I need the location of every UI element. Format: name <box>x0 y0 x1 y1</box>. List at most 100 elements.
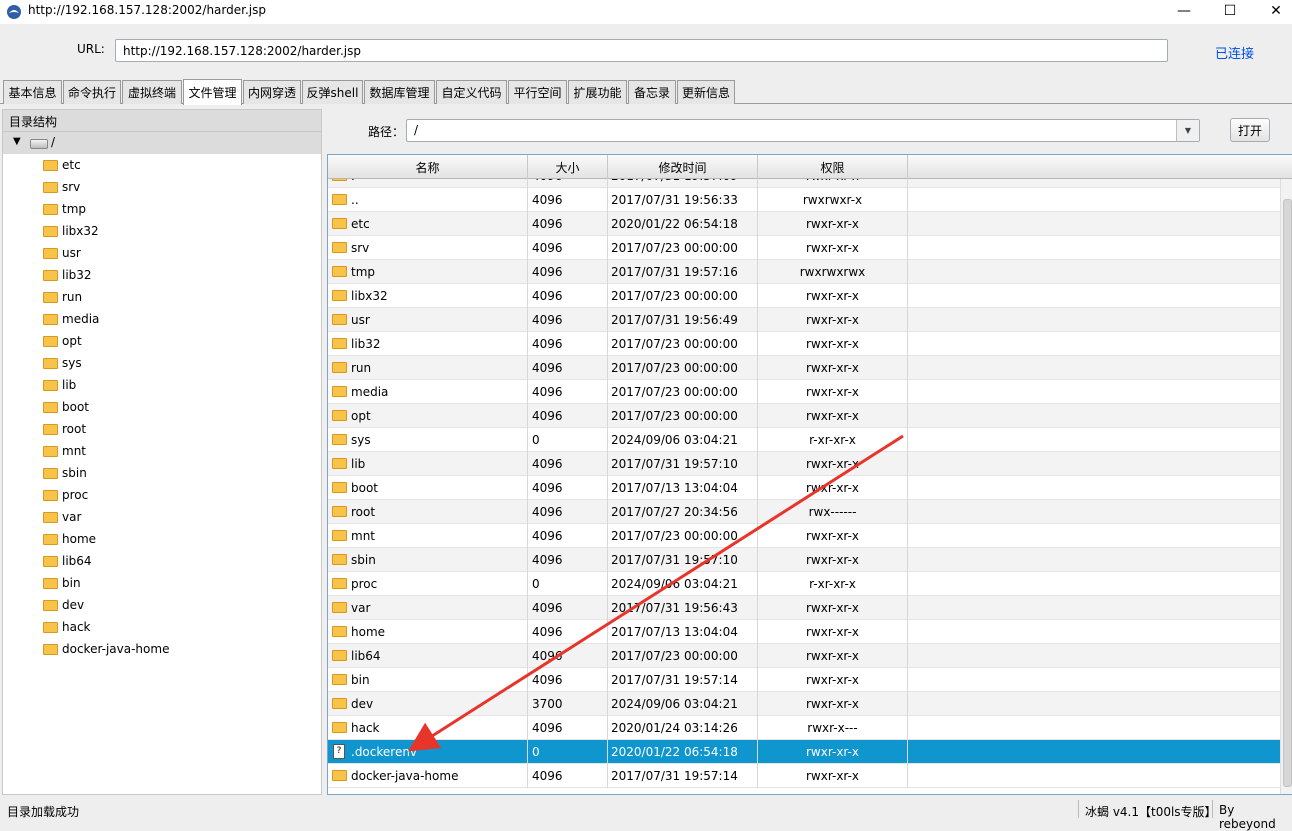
tree-item[interactable]: media <box>3 308 321 330</box>
table-row[interactable]: etc 4096 2020/01/22 06:54:18 rwxr-xr-x <box>328 212 1280 236</box>
table-row[interactable]: srv 4096 2017/07/23 00:00:00 rwxr-xr-x <box>328 236 1280 260</box>
dropdown-arrow-icon[interactable]: ▼ <box>1176 120 1199 141</box>
table-row[interactable]: ? .dockerenv 0 2020/01/22 06:54:18 rwxr-xr-x <box>328 740 1280 764</box>
tab-extensions[interactable]: 扩展功能 <box>568 80 627 104</box>
open-button[interactable]: 打开 <box>1230 118 1270 142</box>
tab-reverse-shell[interactable]: 反弹shell <box>302 80 363 104</box>
tab-file-manager[interactable]: 文件管理 <box>183 79 242 105</box>
tree-item[interactable]: srv <box>3 176 321 198</box>
path-label: 路径： <box>368 125 405 139</box>
tree-item[interactable]: boot <box>3 396 321 418</box>
author-label: By rebeyond <box>1212 800 1292 831</box>
table-row[interactable]: opt 4096 2017/07/23 00:00:00 rwxr-xr-x <box>328 404 1280 428</box>
table-row[interactable]: bin 4096 2017/07/31 19:57:14 rwxr-xr-x <box>328 668 1280 692</box>
cell-size: 4096 <box>528 620 608 644</box>
tab-custom-code[interactable]: 自定义代码 <box>436 80 507 104</box>
tree-item[interactable]: run <box>3 286 321 308</box>
close-button[interactable]: ✕ <box>1253 0 1292 22</box>
folder-icon <box>332 362 347 373</box>
table-row[interactable]: hack 4096 2020/01/24 03:14:26 rwxr-x--- <box>328 716 1280 740</box>
tree-item-label: root <box>62 422 87 436</box>
table-row[interactable]: run 4096 2017/07/23 00:00:00 rwxr-xr-x <box>328 356 1280 380</box>
tree-item[interactable]: lib <box>3 374 321 396</box>
tree-item[interactable]: lib64 <box>3 550 321 572</box>
table-row[interactable]: media 4096 2017/07/23 00:00:00 rwxr-xr-x <box>328 380 1280 404</box>
cell-empty <box>908 644 1280 668</box>
table-row[interactable]: sbin 4096 2017/07/31 19:57:10 rwxr-xr-x <box>328 548 1280 572</box>
folder-icon <box>332 266 347 277</box>
tree-item[interactable]: usr <box>3 242 321 264</box>
table-row[interactable]: lib 4096 2017/07/31 19:57:10 rwxr-xr-x <box>328 452 1280 476</box>
tree-root[interactable]: ▼ / <box>3 132 321 154</box>
tree-item[interactable]: var <box>3 506 321 528</box>
cell-name-text: root <box>351 505 376 519</box>
vertical-scrollbar[interactable] <box>1280 179 1292 794</box>
tree-item[interactable]: tmp <box>3 198 321 220</box>
tree-item[interactable]: dev <box>3 594 321 616</box>
table-row[interactable]: . 40962017/07/31 19:57:09rwxr-xr-x <box>328 179 1280 188</box>
cell-mtime: 2017/07/31 19:56:33 <box>608 188 758 212</box>
tree-item[interactable]: root <box>3 418 321 440</box>
table-row[interactable]: lib64 4096 2017/07/23 00:00:00 rwxr-xr-x <box>328 644 1280 668</box>
table-row[interactable]: home 4096 2017/07/13 13:04:04 rwxr-xr-x <box>328 620 1280 644</box>
tree-item[interactable]: sys <box>3 352 321 374</box>
path-combobox[interactable]: / ▼ <box>406 119 1200 142</box>
tab-label: 自定义代码 <box>441 86 502 100</box>
tree-item[interactable]: hack <box>3 616 321 638</box>
tree-item[interactable]: lib32 <box>3 264 321 286</box>
column-header-perm[interactable]: 权限 <box>758 155 908 179</box>
table-row[interactable]: var 4096 2017/07/31 19:56:43 rwxr-xr-x <box>328 596 1280 620</box>
tab-update-info[interactable]: 更新信息 <box>677 80 735 104</box>
tree-item[interactable]: mnt <box>3 440 321 462</box>
tree-item[interactable]: etc <box>3 154 321 176</box>
tab-basic-info[interactable]: 基本信息 <box>3 80 62 104</box>
tree-item[interactable]: proc <box>3 484 321 506</box>
column-header-mtime[interactable]: 修改时间 <box>608 155 758 179</box>
table-row[interactable]: mnt 4096 2017/07/23 00:00:00 rwxr-xr-x <box>328 524 1280 548</box>
close-icon: ✕ <box>1270 3 1282 19</box>
cell-name: tmp <box>328 260 528 284</box>
table-row[interactable]: usr 4096 2017/07/31 19:56:49 rwxr-xr-x <box>328 308 1280 332</box>
tree-item[interactable]: opt <box>3 330 321 352</box>
minimize-button[interactable]: — <box>1161 0 1207 22</box>
tab-command-exec[interactable]: 命令执行 <box>63 80 121 104</box>
column-header-size[interactable]: 大小 <box>528 155 608 179</box>
expand-arrow-icon[interactable]: ▼ <box>13 136 21 147</box>
cell-empty <box>908 524 1280 548</box>
cell-perm: rwxr-xr-x <box>758 548 908 572</box>
tree-item-label: mnt <box>62 444 86 458</box>
cell-perm: rwx------ <box>758 500 908 524</box>
tree-item[interactable]: bin <box>3 572 321 594</box>
folder-icon <box>332 626 347 637</box>
tree-item[interactable]: home <box>3 528 321 550</box>
tree-item[interactable]: docker-java-home <box>3 638 321 660</box>
table-row[interactable]: docker-java-home 4096 2017/07/31 19:57:14 r… <box>328 764 1280 788</box>
tab-memo[interactable]: 备忘录 <box>628 80 676 104</box>
cell-mtime: 2020/01/22 06:54:18 <box>608 740 758 764</box>
table-row[interactable]: lib32 4096 2017/07/23 00:00:00 rwxr-xr-x <box>328 332 1280 356</box>
table-row[interactable]: boot 4096 2017/07/13 13:04:04 rwxr-xr-x <box>328 476 1280 500</box>
table-row[interactable]: libx32 4096 2017/07/23 00:00:00 rwxr-xr-x <box>328 284 1280 308</box>
tree-item[interactable]: sbin <box>3 462 321 484</box>
cell-perm: rwxr-xr-x <box>758 524 908 548</box>
tree-item[interactable]: libx32 <box>3 220 321 242</box>
tree-item-label: bin <box>62 576 81 590</box>
tab-parallel-space[interactable]: 平行空间 <box>508 80 567 104</box>
table-row[interactable]: root 4096 2017/07/27 20:34:56 rwx------ <box>328 500 1280 524</box>
cell-name-text: media <box>351 385 389 399</box>
cell-name: opt <box>328 404 528 428</box>
tab-intranet-tunnel[interactable]: 内网穿透 <box>243 80 301 104</box>
cell-name-text: dev <box>351 697 374 711</box>
table-row[interactable]: tmp 4096 2017/07/31 19:57:16 rwxrwxrwx <box>328 260 1280 284</box>
url-input[interactable] <box>115 39 1168 62</box>
folder-icon <box>43 402 58 413</box>
tab-database[interactable]: 数据库管理 <box>364 80 435 104</box>
table-row[interactable]: .. 4096 2017/07/31 19:56:33 rwxrwxr-x <box>328 188 1280 212</box>
tab-virtual-terminal[interactable]: 虚拟终端 <box>122 80 182 104</box>
table-row[interactable]: dev 3700 2024/09/06 03:04:21 rwxr-xr-x <box>328 692 1280 716</box>
maximize-button[interactable]: ☐ <box>1207 0 1253 22</box>
scrollbar-thumb[interactable] <box>1283 199 1292 787</box>
column-header-name[interactable]: 名称 <box>328 155 528 179</box>
table-row[interactable]: sys 0 2024/09/06 03:04:21 r-xr-xr-x <box>328 428 1280 452</box>
table-row[interactable]: proc 0 2024/09/06 03:04:21 r-xr-xr-x <box>328 572 1280 596</box>
